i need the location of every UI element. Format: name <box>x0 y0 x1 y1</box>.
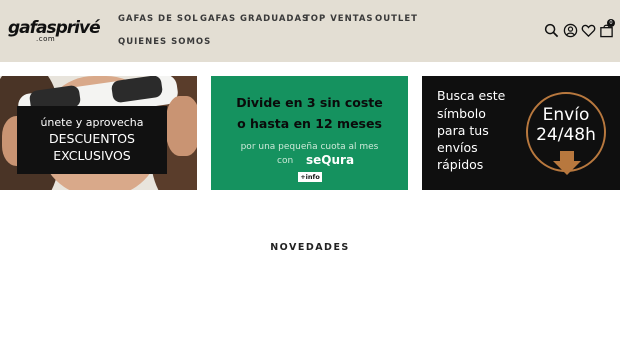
user-icon[interactable] <box>563 23 578 38</box>
nav-quienes-somos[interactable]: QUIENES SOMOS <box>118 37 211 47</box>
financing-with-label: con <box>277 156 294 166</box>
more-info-button[interactable]: +info <box>298 172 322 182</box>
site-header: gafasprivé .com GAFAS DE SOL GAFAS GRADU… <box>0 0 620 62</box>
nav-gafas-graduadas[interactable]: GAFAS GRADUADAS <box>200 14 309 24</box>
logo-domain: .com <box>36 35 56 43</box>
shipping-text-line: símbolo <box>437 106 486 121</box>
banner-financing-sequra[interactable]: Divide en 3 sin coste o hasta en 12 mese… <box>211 76 408 190</box>
banner-photo-hand <box>166 96 197 156</box>
banner-discounts-line3: EXCLUSIVOS <box>53 148 131 163</box>
nav-top-ventas[interactable]: TOP VENTAS <box>304 14 374 24</box>
shipping-text-line: para tus <box>437 123 489 138</box>
financing-subtext: por una pequeña cuota al mes <box>240 142 379 152</box>
banner-fast-shipping[interactable]: Busca este símbolo para tus envíos rápid… <box>422 76 620 190</box>
heart-icon[interactable] <box>581 23 596 38</box>
shipping-text-line: rápidos <box>437 157 484 172</box>
shipping-badge-time: 24/48h <box>536 125 596 145</box>
nav-gafas-de-sol[interactable]: GAFAS DE SOL <box>118 14 199 24</box>
down-arrow-icon <box>553 161 581 175</box>
banner-discounts-line2: DESCUENTOS <box>49 131 135 146</box>
banner-exclusive-discounts[interactable]: únete y aprovecha DESCUENTOS EXCLUSIVOS <box>0 76 197 190</box>
shipping-badge-label: Envío <box>542 105 590 125</box>
nav-outlet[interactable]: OUTLET <box>375 14 418 24</box>
shipping-text-line: Busca este <box>437 88 506 103</box>
search-icon[interactable] <box>544 23 559 38</box>
sequra-logo: seQura <box>306 153 355 167</box>
financing-headline-1: Divide en 3 sin coste <box>236 95 383 110</box>
section-title-novedades: NOVEDADES <box>270 242 350 253</box>
site-logo[interactable]: gafasprivé .com <box>8 18 101 44</box>
shipping-text-line: envíos <box>437 140 478 155</box>
cart-count-badge: 0 <box>607 19 615 27</box>
banner-discounts-line1: únete y aprovecha <box>40 116 144 129</box>
down-arrow-icon <box>560 151 574 161</box>
financing-headline-2: o hasta en 12 meses <box>237 116 382 131</box>
